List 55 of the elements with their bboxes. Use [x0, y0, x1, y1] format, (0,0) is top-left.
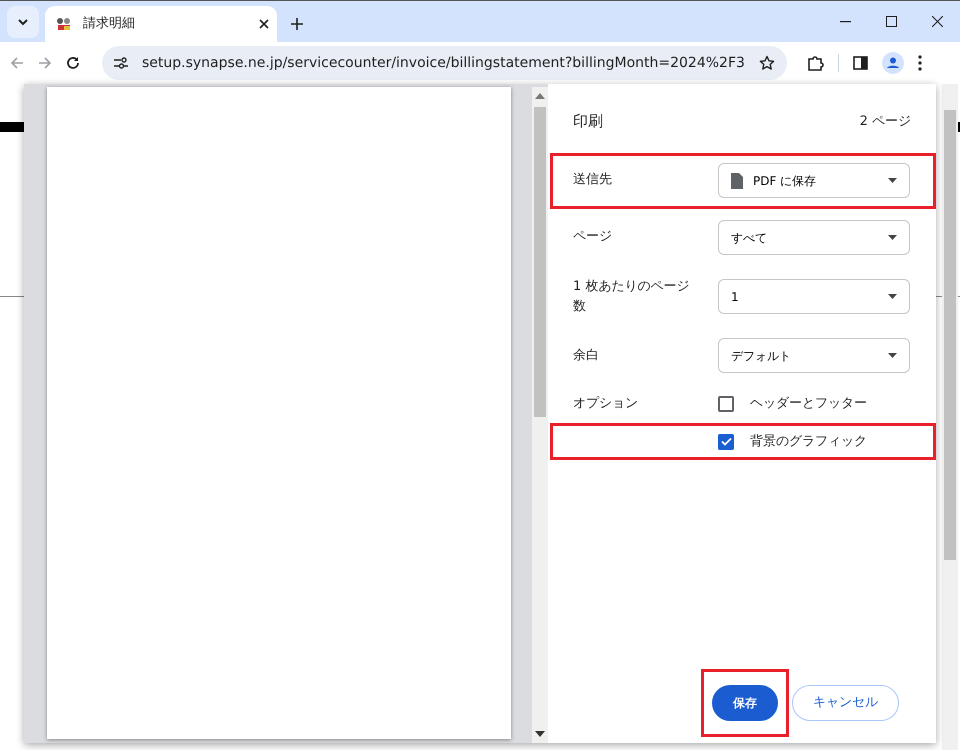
page-content-bar	[0, 122, 24, 132]
more-vertical-icon	[918, 55, 922, 71]
forward-arrow-icon	[38, 56, 52, 70]
setting-label: ページ	[573, 228, 613, 246]
chevron-down-icon	[17, 18, 29, 26]
scroll-up-arrow-icon[interactable]	[535, 93, 545, 99]
side-panel-button[interactable]	[852, 56, 868, 70]
setting-label: 1 枚あたりのページ数	[573, 278, 690, 316]
preview-scrollbar[interactable]	[532, 87, 548, 743]
close-icon	[932, 16, 942, 27]
cancel-button[interactable]: キャンセル	[792, 685, 899, 721]
minimize-icon	[840, 20, 850, 22]
dropdown-select[interactable]: すべて	[718, 220, 910, 255]
page-count: 2 ページ	[860, 112, 911, 130]
person-avatar-icon	[882, 52, 904, 74]
forward-button[interactable]	[38, 56, 52, 70]
dropdown-select[interactable]: PDF に保存	[718, 163, 910, 198]
plus-icon	[291, 18, 303, 30]
page-scrollbar[interactable]	[942, 84, 958, 750]
puzzle-piece-icon	[806, 54, 824, 72]
star-icon[interactable]	[758, 55, 775, 71]
profile-button[interactable]	[882, 52, 904, 74]
scroll-down-arrow-icon[interactable]	[535, 731, 545, 737]
dropdown-select[interactable]: デフォルト	[718, 338, 910, 374]
checkbox-label: ヘッダーとフッター	[750, 395, 867, 414]
close-tab-button[interactable]	[259, 19, 269, 29]
back-button[interactable]	[10, 56, 24, 70]
setting-label: 余白	[573, 346, 600, 365]
tab-title: 請求明細	[83, 15, 136, 34]
address-bar[interactable]: setup.synapse.ne.jp/servicecounter/invoice/billingstatement?billingMonth=2024%2F3	[102, 46, 787, 80]
extensions-button[interactable]	[806, 54, 824, 72]
browser-tab[interactable]: 請求明細	[45, 6, 277, 42]
caret-icon	[888, 178, 897, 183]
checkbox-label: 背景のグラフィック	[750, 432, 867, 451]
reload-icon	[66, 56, 80, 70]
setting-label: 送信先	[573, 171, 613, 190]
dropdown-select[interactable]: 1	[718, 279, 910, 314]
dialog-title: 印刷	[573, 111, 603, 132]
menu-button[interactable]	[918, 55, 922, 71]
caret-icon	[888, 235, 897, 240]
site-settings-icon	[114, 57, 128, 69]
url-text: setup.synapse.ne.jp/servicecounter/invoice/billingstatement?billingMonth=2024%2F3	[142, 54, 745, 72]
options-label: オプション	[573, 394, 639, 413]
close-icon	[259, 19, 269, 29]
maximize-icon	[886, 16, 896, 27]
caret-icon	[888, 294, 897, 300]
site-favicon-icon	[55, 16, 73, 32]
side-panel-icon	[852, 56, 868, 70]
reload-button[interactable]	[66, 56, 80, 70]
back-arrow-icon	[10, 56, 24, 70]
checkbox[interactable]	[718, 396, 734, 412]
checkbox[interactable]	[718, 434, 734, 450]
save-button[interactable]: 保存	[712, 685, 778, 721]
document-icon	[731, 172, 743, 188]
caret-icon	[888, 353, 897, 358]
